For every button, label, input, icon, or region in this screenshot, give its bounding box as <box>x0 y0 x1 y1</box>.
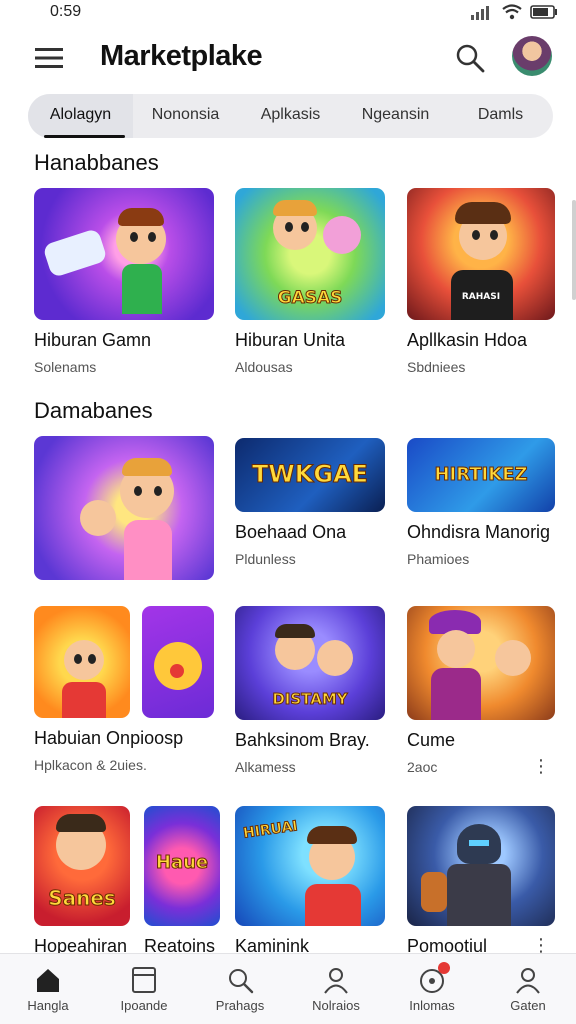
tab-nononsia[interactable]: Nononsia <box>133 94 238 138</box>
status-bar: 0:59 <box>0 0 576 26</box>
app-thumbnail: HIRTIKEZ <box>407 438 555 512</box>
app-thumbnail-badge: Haue <box>155 852 209 874</box>
status-icons <box>470 4 558 20</box>
app-card[interactable]: TWKGAE Boehaad Ona Pldunless <box>235 438 385 567</box>
tab-ngeansin[interactable]: Ngeansin <box>343 94 448 138</box>
app-card[interactable]: Haue Reatoins <box>144 806 220 957</box>
app-card-subtitle: Solenams <box>34 359 97 375</box>
signal-icon <box>471 6 489 20</box>
tab-aplkasis[interactable]: Aplkasis <box>238 94 343 138</box>
window-icon <box>132 967 156 993</box>
nav-label: Gaten <box>510 998 546 1013</box>
more-options-icon[interactable]: ⋮ <box>532 756 550 777</box>
app-card[interactable]: Cume 2aoc <box>407 606 555 775</box>
scrollbar[interactable] <box>572 200 576 300</box>
nav-item-home[interactable]: Hangla <box>0 954 96 1024</box>
app-thumbnail <box>34 436 214 580</box>
app-thumbnail-badge: Sanes <box>48 886 117 911</box>
app-card-title: Ohndisra Manorig <box>407 522 551 542</box>
app-thumbnail-badge: RAHASI <box>461 292 501 302</box>
search-icon <box>456 44 485 73</box>
section-title: Hanabbanes <box>34 150 159 175</box>
app-card-title: Apllkasin Hdoa <box>407 330 528 350</box>
app-card-title: Boehaad Ona <box>235 522 347 542</box>
app-card-title: Hiburan Unita <box>235 330 346 350</box>
app-bar: Marketplake <box>0 30 576 86</box>
app-card-subtitle: Hplkacon & 2uies. <box>34 757 147 773</box>
app-card-subtitle: Aldousas <box>235 359 293 375</box>
search-icon <box>229 969 254 994</box>
nav-label: Inlomas <box>409 998 455 1013</box>
home-icon <box>37 969 59 992</box>
nav-item-search[interactable]: Prahags <box>192 954 288 1024</box>
app-thumbnail-badge: GASAS <box>277 288 343 309</box>
wifi-icon <box>502 4 522 20</box>
battery-icon <box>530 5 557 19</box>
app-card[interactable]: Hiburan Gamn Solenams <box>34 188 214 375</box>
app-thumbnail: Haue <box>144 806 220 926</box>
section-title: Damabanes <box>34 398 153 423</box>
nav-label: Nolraios <box>312 998 360 1013</box>
search-button[interactable] <box>452 40 488 76</box>
app-card-title: Cume <box>407 730 456 750</box>
nav-item-notifications[interactable]: Inlomas <box>384 954 480 1024</box>
avatar[interactable] <box>512 36 552 76</box>
app-card[interactable] <box>34 436 214 598</box>
status-time: 0:59 <box>50 3 82 20</box>
nav-item-person[interactable]: Nolraios <box>288 954 384 1024</box>
app-card-subtitle: Phamioes <box>407 551 470 567</box>
app-thumbnail: HIRUAI <box>235 806 385 926</box>
nav-label: Prahags <box>215 998 265 1013</box>
tab-damls[interactable]: Damls <box>448 94 553 138</box>
app-thumbnail-badge: HIRTIKEZ <box>434 464 528 486</box>
app-thumbnail <box>34 606 130 718</box>
nav-item-profile[interactable]: Gaten <box>480 954 576 1024</box>
app-thumbnail <box>142 606 214 718</box>
category-tabs: Alolagyn Nononsia Aplkasis Ngeansin Daml… <box>28 94 553 138</box>
profile-icon <box>516 968 540 994</box>
app-thumbnail <box>34 188 214 320</box>
app-thumbnail: Sanes <box>34 806 130 926</box>
notification-dot <box>437 962 450 974</box>
app-card-subtitle: Alkamess <box>235 759 296 775</box>
app-thumbnail: DISTAMY <box>235 606 385 720</box>
app-card[interactable]: HIRUAI Kaminink <box>235 806 385 957</box>
person-icon <box>324 968 348 994</box>
tab-alolagyn[interactable]: Alolagyn <box>28 94 133 138</box>
app-card[interactable]: DISTAMY Bahksinom Bray. Alkamess <box>235 606 385 775</box>
app-thumbnail-badge: TWKGAE <box>251 460 369 489</box>
app-thumbnail <box>407 606 555 720</box>
hamburger-menu-icon <box>35 48 63 68</box>
bottom-navigation: Hangla Ipoande Prahags Nolraios Inlomas <box>0 953 576 1024</box>
app-card-subtitle: Sbdniees <box>407 359 466 375</box>
app-card[interactable]: RAHASI Apllkasin Hdoa Sbdniees <box>407 188 555 375</box>
app-thumbnail <box>407 806 555 926</box>
app-thumbnail-badge: DISTAMY <box>272 690 348 709</box>
app-card-title: Hiburan Gamn <box>34 330 152 350</box>
app-card-subtitle: Pldunless <box>235 551 296 567</box>
nav-label: Ipoande <box>120 998 168 1013</box>
app-card[interactable]: GASAS Hiburan Unita Aldousas <box>235 188 385 375</box>
app-thumbnail: GASAS <box>235 188 385 320</box>
app-card-title: Bahksinom Bray. <box>235 730 370 750</box>
nav-item-window[interactable]: Ipoande <box>96 954 192 1024</box>
app-thumbnail: RAHASI <box>407 188 555 320</box>
app-title: Marketplake <box>100 40 263 72</box>
app-thumbnail-badge: HIRUAI <box>242 818 299 842</box>
app-card[interactable]: Sanes Hopeahiran <box>34 806 130 957</box>
app-card-title: Habuian Onpioosp <box>34 728 184 748</box>
app-card[interactable]: HIRTIKEZ Ohndisra Manorig Phamioes <box>407 438 555 567</box>
app-thumbnail: TWKGAE <box>235 438 385 512</box>
menu-button[interactable] <box>30 42 70 74</box>
app-card[interactable]: Habuian Onpioosp Hplkacon & 2uies. <box>34 606 234 773</box>
nav-label: Hangla <box>27 998 69 1013</box>
